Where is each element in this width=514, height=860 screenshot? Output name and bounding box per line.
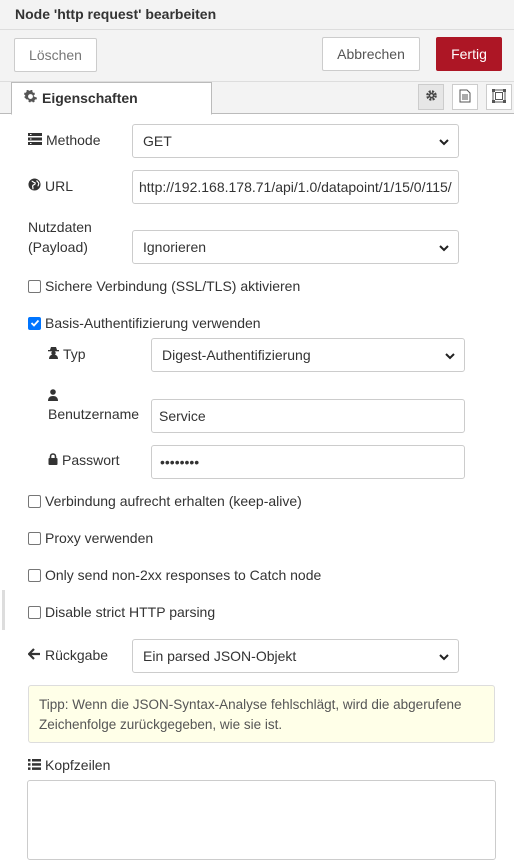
node-appearance-icon: [492, 88, 506, 106]
arrow-left-icon: [27, 647, 41, 663]
username-input[interactable]: Service: [151, 399, 465, 433]
url-value: http://192.168.178.71/api/1.0/datapoint/…: [139, 179, 452, 195]
return-value: Ein parsed JSON-Objekt: [143, 648, 297, 664]
url-input[interactable]: http://192.168.178.71/api/1.0/datapoint/…: [132, 170, 459, 204]
payload-label: Nutzdaten (Payload): [28, 217, 92, 257]
chevron-down-icon: [438, 241, 450, 257]
delete-button[interactable]: Löschen: [14, 38, 97, 72]
user-icon: [48, 388, 58, 404]
username-label-text: Benutzername: [48, 406, 140, 422]
gear-icon: [24, 89, 37, 106]
auth-type-value: Digest-Authentifizierung: [162, 347, 311, 363]
keepalive-checkbox[interactable]: [28, 494, 41, 508]
non2xx-checkbox-row[interactable]: Only send non-2xx responses to Catch nod…: [28, 567, 321, 583]
strict-http-checkbox-label: Disable strict HTTP parsing: [45, 604, 216, 620]
lock-icon: [48, 452, 58, 468]
proxy-checkbox[interactable]: [28, 531, 41, 545]
method-label: Methode: [28, 132, 100, 148]
cancel-button[interactable]: Abbrechen: [322, 37, 420, 71]
tab-description-icon-button[interactable]: [452, 84, 478, 110]
password-input[interactable]: ••••••••: [151, 445, 465, 479]
headers-label-text: Kopfzeilen: [45, 757, 111, 773]
auth-type-label-text: Typ: [63, 346, 86, 362]
chevron-down-icon: [438, 650, 450, 666]
chevron-down-icon: [438, 135, 450, 151]
strict-http-checkbox[interactable]: [28, 605, 41, 619]
dialog-toolbar: Löschen Abbrechen Fertig: [0, 30, 514, 82]
payload-value: Ignorieren: [143, 239, 207, 255]
url-label: URL: [28, 178, 73, 194]
headers-list[interactable]: [27, 780, 496, 860]
basic-auth-checkbox-label: Basis-Authentifizierung verwenden: [45, 315, 261, 331]
password-value: ••••••••: [160, 454, 200, 470]
non2xx-checkbox-label: Only send non-2xx responses to Catch nod…: [45, 567, 322, 583]
payload-label-line1: Nutzdaten: [28, 219, 92, 235]
username-label: Benutzername: [48, 406, 139, 422]
document-icon: [459, 89, 471, 106]
basic-auth-checkbox-row[interactable]: Basis-Authentifizierung verwenden: [28, 315, 261, 331]
payload-label-line2: (Payload): [28, 239, 88, 255]
auth-type-label: Typ: [48, 346, 86, 362]
keepalive-checkbox-row[interactable]: Verbindung aufrecht erhalten (keep-alive…: [28, 493, 302, 509]
json-tip: Tipp: Wenn die JSON-Syntax-Analyse fehls…: [28, 685, 495, 743]
user-secret-icon: [48, 346, 59, 362]
tab-settings-icon-button[interactable]: [418, 84, 444, 110]
keepalive-checkbox-label: Verbindung aufrecht erhalten (keep-alive…: [45, 493, 302, 509]
proxy-checkbox-row[interactable]: Proxy verwenden: [28, 530, 153, 546]
globe-icon: [28, 178, 41, 194]
checkmark-icon: [30, 319, 39, 327]
ssl-checkbox-row[interactable]: Sichere Verbindung (SSL/TLS) aktivieren: [28, 278, 300, 294]
tab-bar: Eigenschaften: [0, 82, 514, 115]
list-icon: [28, 757, 41, 773]
username-value: Service: [159, 408, 206, 424]
list-icon: [28, 132, 42, 148]
auth-type-select[interactable]: Digest-Authentifizierung: [151, 338, 465, 372]
method-select[interactable]: GET: [132, 124, 459, 158]
ssl-checkbox-label: Sichere Verbindung (SSL/TLS) aktivieren: [45, 278, 301, 294]
headers-label: Kopfzeilen: [28, 757, 110, 773]
method-label-text: Methode: [46, 132, 101, 148]
gear-icon: [425, 89, 438, 105]
password-label-text: Passwort: [62, 452, 120, 468]
proxy-checkbox-label: Proxy verwenden: [45, 530, 154, 546]
password-label: Passwort: [48, 452, 120, 468]
basic-auth-checkbox[interactable]: [28, 316, 41, 330]
done-button[interactable]: Fertig: [436, 37, 502, 71]
tab-properties-label: Eigenschaften: [42, 90, 138, 106]
tab-appearance-icon-button[interactable]: [486, 84, 512, 110]
payload-select[interactable]: Ignorieren: [132, 230, 459, 264]
tab-properties[interactable]: Eigenschaften: [11, 82, 212, 115]
method-value: GET: [143, 133, 172, 149]
chevron-down-icon: [444, 349, 456, 365]
return-label: Rückgabe: [27, 647, 109, 663]
strict-http-checkbox-row[interactable]: Disable strict HTTP parsing: [28, 604, 215, 620]
resize-grip[interactable]: [2, 590, 5, 630]
non2xx-checkbox[interactable]: [28, 568, 41, 582]
dialog-title: Node 'http request' bearbeiten: [0, 0, 514, 30]
return-label-text: Rückgabe: [45, 647, 109, 663]
url-label-text: URL: [45, 178, 74, 194]
ssl-checkbox[interactable]: [28, 279, 41, 293]
return-select[interactable]: Ein parsed JSON-Objekt: [132, 639, 459, 673]
